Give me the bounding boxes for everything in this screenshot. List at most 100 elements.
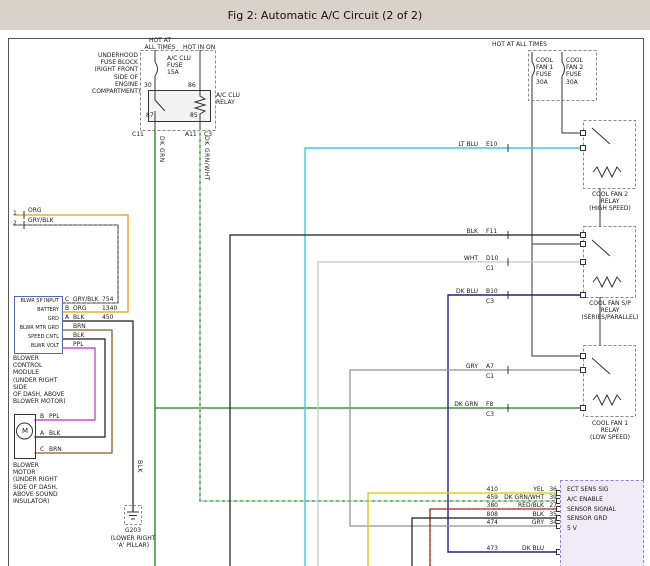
cool-fan2-relay-label: COOL FAN 2 RELAY (HIGH SPEED) [581,191,639,213]
wire-dk-grn-wht [200,130,560,501]
left-wire-gry-blk: GRY/BLK [28,217,54,224]
module-pin-b: B [65,305,69,312]
blower-motor-caption: BLOWER MOTOR (UNDER RIGHT SIDE OF DASH, … [13,462,67,505]
pcm-wire-blk: BLK [500,511,544,518]
relay-pin-86: 86 [188,82,196,89]
module-pin-a: A [65,314,69,321]
wire-label-dk-grn-vertical: DK GRN [158,136,165,163]
pcm-wire-gry: GRY [500,519,544,526]
module-term-battery: BATTERY [15,307,59,313]
pcm-pin-27: 27 [546,502,557,509]
motor-wire-brn: BRN [49,446,62,453]
left-wire-org: ORG [28,207,42,214]
wire-label-dk-grn-f8: DK GRN [438,401,478,408]
wire-gry-blk-stripe [14,225,118,303]
ground-wire-blk-label: BLK [136,460,143,473]
wire-label-blk: BLK [438,228,478,235]
cool-fan-relays-symbols [581,121,636,417]
pin-f11: F11 [486,228,497,235]
hot-at-all-times-left-label: HOT AT ALL TIMES [140,37,180,51]
module-term-grd: GRD [15,316,59,322]
module-wire-ppl: PPL [73,341,84,348]
relay-pin-85: 85 [190,112,198,119]
pin-b10: B10 [486,288,498,295]
wire-blk-450 [63,321,133,511]
pcm-ckt-473: 473 [480,545,498,552]
module-ckt-450: 450 [102,314,113,321]
pcm-wire-red-blk: RED/BLK [500,502,544,509]
module-term-blwr-volt: BLWR VOLT [15,343,59,349]
left-pin-1: 1 [13,210,17,217]
module-term-blwr-sp-input: BLWR SP INPUT [15,298,59,304]
ac-clu-fuse-label: A/C CLU FUSE 15A [167,55,191,77]
blower-motor-symbol [15,415,36,459]
module-term-speed-cntl: SPEED CNTL [15,334,59,340]
cool-fan2-fuse-label: COOL FAN 2 FUSE 30A [566,57,583,86]
conn-c3-b10: C3 [486,298,494,305]
pcm-term-sensor-grd: SENSOR GRD [567,515,607,522]
wire-label-lt-blu: LT BLU [438,141,478,148]
pcm-pin-36: 36 [546,486,557,493]
pcm-pin-39: 39 [546,494,557,501]
cool-fan-sp-relay-label: COOL FAN S/P RELAY (SERIES/PARALLEL) [581,300,639,322]
ground-caption: (LOWER RIGHT 'A' PILLAR) [100,535,166,549]
connector-a11-label: A11 [185,131,197,138]
wire-label-dk-grn-wht-vertical: DK GRN/WHT [203,136,210,181]
wire-label-wht: WHT [438,255,478,262]
conn-c1-a7: C1 [486,373,494,380]
module-wire-blk-speed: BLK [73,332,84,339]
pcm-wire-dk-blu: DK BLU [500,545,544,552]
module-wire-blk: BLK [73,314,84,321]
module-pin-c: C [65,296,69,303]
module-wire-gry-blk: GRY/BLK [73,296,99,303]
pcm-ckt-410: 410 [480,486,498,493]
module-wire-brn: BRN [73,323,86,330]
left-pin-2: 2 [13,220,17,227]
pcm-pin-34: 34 [546,519,557,526]
wiring-diagram-page: Fig 2: Automatic A/C Circuit (2 of 2) [0,0,650,566]
pcm-term-ect-sens-sig: ECT SENS SIG [567,486,609,493]
conn-c1-d10: C1 [486,265,494,272]
motor-wire-ppl: PPL [49,413,60,420]
wire-label-gry: GRY [438,363,478,370]
relay-pin-30: 30 [144,82,152,89]
motor-pin-b: B [40,413,44,420]
motor-pin-a: A [40,430,44,437]
wire-label-dk-blu: DK BLU [438,288,478,295]
motor-m-symbol-label: M [22,427,28,435]
hot-in-on-label: HOT IN ON [183,44,215,51]
connector-c11-label: C11 [132,131,144,138]
underhood-fuse-block-label: UNDERHOOD FUSE BLOCK (RIGHT FRONT SIDE O… [92,52,138,95]
pcm-ckt-459: 459 [480,494,498,501]
motor-pin-c: C [40,446,44,453]
module-wire-org: ORG [73,305,87,312]
motor-wire-blk: BLK [49,430,60,437]
pin-a7: A7 [486,363,494,370]
module-term-blwr-mtr-grd: BLWR MTR GRD [15,325,59,331]
pcm-ckt-808: 808 [480,511,498,518]
ground-id-g203: G203 [122,527,144,534]
relay-pin-87: 87 [146,112,154,119]
blower-control-module-caption: BLOWER CONTROL MODULE (UNDER RIGHT SIDE … [13,355,67,405]
pcm-wire-yel: YEL [500,486,544,493]
cool-fan1-fuse-label: COOL FAN 1 FUSE 30A [536,57,553,86]
module-ckt-1340: 1340 [102,305,117,312]
module-ckt-754: 754 [102,296,113,303]
conn-c3-f8: C3 [486,411,494,418]
pin-d10: D10 [486,255,498,262]
pcm-term-ac-enable: A/C ENABLE [567,496,603,503]
hot-at-all-times-right-label: HOT AT ALL TIMES [492,41,547,48]
wire-gry-blk [14,225,118,303]
pcm-pin-35: 35 [546,511,557,518]
pcm-term-5v: 5 V [567,525,577,532]
wire-dk-grn-wht-stripe [200,130,560,501]
pcm-ckt-380: 380 [480,502,498,509]
pcm-wire-dk-grn-wht: DK GRN/WHT [500,494,544,501]
pcm-term-sensor-signal: SENSOR SIGNAL [567,506,616,513]
cool-fan1-relay-label: COOL FAN 1 RELAY (LOW SPEED) [581,420,639,442]
ac-clu-relay-label: A/C CLU RELAY [216,92,240,106]
pin-e10: E10 [486,141,497,148]
pcm-ckt-474: 474 [480,519,498,526]
pin-f8: F8 [486,401,493,408]
connector-ticks [24,144,508,412]
